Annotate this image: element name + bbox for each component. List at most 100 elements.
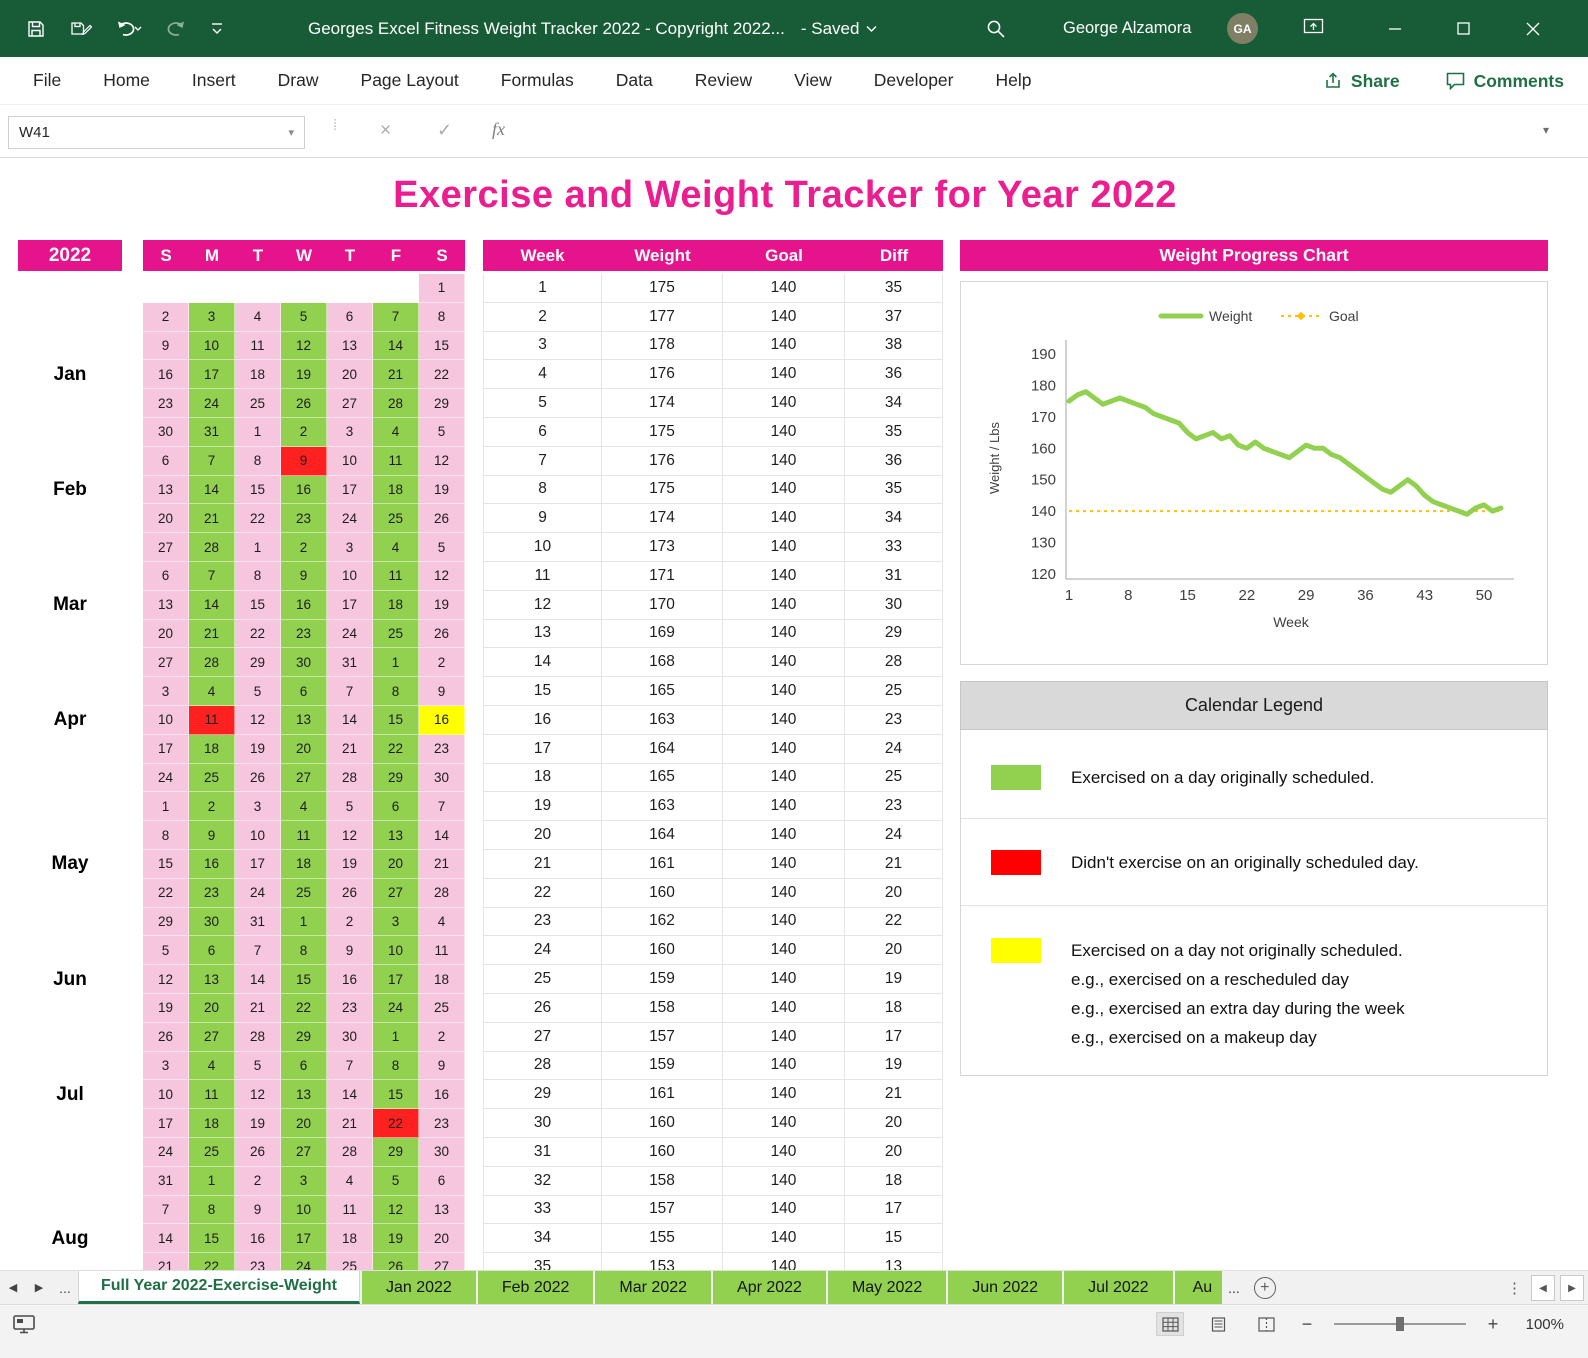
user-name[interactable]: George Alzamora <box>1063 0 1191 57</box>
table-cell[interactable]: 140 <box>723 648 845 678</box>
calendar-day-cell[interactable]: 28 <box>189 648 235 678</box>
table-cell[interactable]: 35 <box>483 1253 602 1270</box>
calendar-day-cell[interactable]: 3 <box>327 533 373 562</box>
table-cell[interactable]: 32 <box>483 1166 602 1196</box>
calendar-day-cell[interactable]: 2 <box>281 417 327 447</box>
calendar-day-cell[interactable]: 12 <box>235 705 281 735</box>
calendar-day-cell[interactable]: 5 <box>235 1051 281 1081</box>
calendar-month-label[interactable]: Jan <box>18 360 122 389</box>
calendar-day-header[interactable]: F <box>373 240 419 271</box>
table-cell[interactable]: 162 <box>602 907 723 937</box>
calendar-day-cell[interactable]: 6 <box>143 561 189 591</box>
table-cell[interactable]: 20 <box>483 821 602 850</box>
table-cell[interactable]: 140 <box>723 417 845 447</box>
table-cell[interactable]: 19 <box>845 965 943 994</box>
calendar-day-cell[interactable]: 24 <box>327 504 373 534</box>
menu-tab-formulas[interactable]: Formulas <box>480 70 595 91</box>
calendar-day-cell[interactable]: 23 <box>281 504 327 534</box>
calendar-day-cell[interactable]: 3 <box>189 302 235 332</box>
calendar-day-cell[interactable]: 4 <box>235 302 281 332</box>
calendar-day-cell[interactable]: 31 <box>327 648 373 678</box>
calendar-day-cell[interactable]: 17 <box>281 1224 327 1254</box>
sheet-tab-jun-2022[interactable]: Jun 2022 <box>948 1271 1063 1304</box>
calendar-month-label[interactable] <box>18 1052 122 1081</box>
table-cell[interactable]: 20 <box>845 936 943 966</box>
table-cell[interactable]: 140 <box>723 1195 845 1225</box>
calendar-day-cell[interactable]: 20 <box>143 504 189 534</box>
calendar-month-label[interactable] <box>18 274 122 303</box>
table-cell[interactable]: 177 <box>602 302 723 332</box>
calendar-month-label[interactable] <box>18 447 122 476</box>
table-cell[interactable]: 31 <box>483 1137 602 1167</box>
calendar-day-cell[interactable]: 8 <box>235 446 281 476</box>
table-cell[interactable]: 140 <box>723 705 845 735</box>
saved-status[interactable]: - Saved <box>801 19 878 39</box>
table-cell[interactable]: 168 <box>602 648 723 678</box>
calendar-day-cell[interactable]: 18 <box>419 965 465 994</box>
calendar-day-cell[interactable]: 10 <box>373 936 419 966</box>
table-cell[interactable]: 157 <box>602 1022 723 1052</box>
calendar-day-cell[interactable]: 21 <box>189 619 235 649</box>
table-cell[interactable]: 174 <box>602 504 723 534</box>
customize-toolbar-icon[interactable] <box>210 22 224 36</box>
calendar-day-cell[interactable]: 1 <box>189 1166 235 1196</box>
calendar-day-cell[interactable]: 21 <box>235 993 281 1023</box>
calendar-day-cell[interactable]: 6 <box>373 792 419 822</box>
calendar-day-cell[interactable]: 2 <box>281 533 327 562</box>
table-cell[interactable]: 33 <box>483 1195 602 1225</box>
weight-progress-chart[interactable]: 190 180 170 160 150 140 130 120 1 8 15 22 29 36 43 50 We… <box>960 281 1548 665</box>
table-cell[interactable]: 153 <box>602 1253 723 1270</box>
calendar-day-cell[interactable]: 2 <box>143 302 189 332</box>
table-cell[interactable]: 2 <box>483 302 602 332</box>
table-cell[interactable]: 140 <box>723 504 845 534</box>
sheet-tab-jul-2022[interactable]: Jul 2022 <box>1064 1271 1173 1304</box>
calendar-day-cell[interactable]: 12 <box>143 965 189 994</box>
calendar-day-cell[interactable]: 16 <box>189 849 235 879</box>
calendar-day-cell[interactable]: 8 <box>143 821 189 850</box>
calendar-day-cell[interactable]: 8 <box>235 561 281 591</box>
calendar-day-cell[interactable]: 13 <box>419 1195 465 1225</box>
comments-button[interactable]: Comments <box>1446 71 1564 92</box>
calendar-day-cell[interactable] <box>281 274 327 303</box>
table-cell[interactable]: 27 <box>483 1022 602 1052</box>
calendar-day-cell[interactable]: 6 <box>281 1051 327 1081</box>
sheet-tab-mar-2022[interactable]: Mar 2022 <box>595 1271 712 1304</box>
calendar-day-cell[interactable]: 15 <box>235 590 281 620</box>
calendar-day-cell[interactable]: 21 <box>327 734 373 764</box>
calendar-day-cell[interactable]: 29 <box>419 389 465 418</box>
calendar-year[interactable]: 2022 <box>18 240 122 271</box>
table-cell[interactable]: 161 <box>602 1080 723 1110</box>
table-cell[interactable]: 24 <box>845 734 943 764</box>
calendar-day-cell[interactable]: 28 <box>419 878 465 908</box>
table-cell[interactable]: 30 <box>483 1109 602 1138</box>
calendar-day-cell[interactable]: 22 <box>373 1109 419 1138</box>
calendar-day-cell[interactable]: 3 <box>143 677 189 706</box>
table-cell[interactable]: 25 <box>483 965 602 994</box>
name-box[interactable]: W41 ▾ <box>8 116 305 149</box>
calendar-day-cell[interactable]: 23 <box>143 389 189 418</box>
table-cell[interactable]: 18 <box>483 763 602 793</box>
calendar-month-label[interactable] <box>18 533 122 562</box>
table-cell[interactable]: 169 <box>602 619 723 649</box>
calendar-day-cell[interactable]: 30 <box>281 648 327 678</box>
calendar-day-cell[interactable]: 17 <box>373 965 419 994</box>
calendar-day-cell[interactable]: 6 <box>281 677 327 706</box>
calendar-day-cell[interactable]: 18 <box>281 849 327 879</box>
redo-icon[interactable] <box>166 20 186 38</box>
menu-tab-file[interactable]: File <box>12 70 82 91</box>
calendar-day-cell[interactable]: 9 <box>143 331 189 361</box>
calendar-month-label[interactable] <box>18 735 122 764</box>
calendar-day-cell[interactable]: 14 <box>327 705 373 735</box>
table-cell[interactable]: 140 <box>723 763 845 793</box>
table-cell[interactable]: 140 <box>723 1022 845 1052</box>
calendar-day-cell[interactable]: 22 <box>143 878 189 908</box>
table-cell[interactable]: 16 <box>483 705 602 735</box>
formula-input[interactable] <box>537 116 1537 149</box>
calendar-day-cell[interactable]: 5 <box>419 533 465 562</box>
table-cell[interactable]: 13 <box>845 1253 943 1270</box>
calendar-day-cell[interactable]: 6 <box>419 1166 465 1196</box>
normal-view-icon[interactable] <box>1156 1312 1184 1336</box>
calendar-month-label[interactable] <box>18 1109 122 1138</box>
sheet-tab-au[interactable]: Au <box>1174 1271 1223 1304</box>
calendar-day-cell[interactable]: 12 <box>373 1195 419 1225</box>
